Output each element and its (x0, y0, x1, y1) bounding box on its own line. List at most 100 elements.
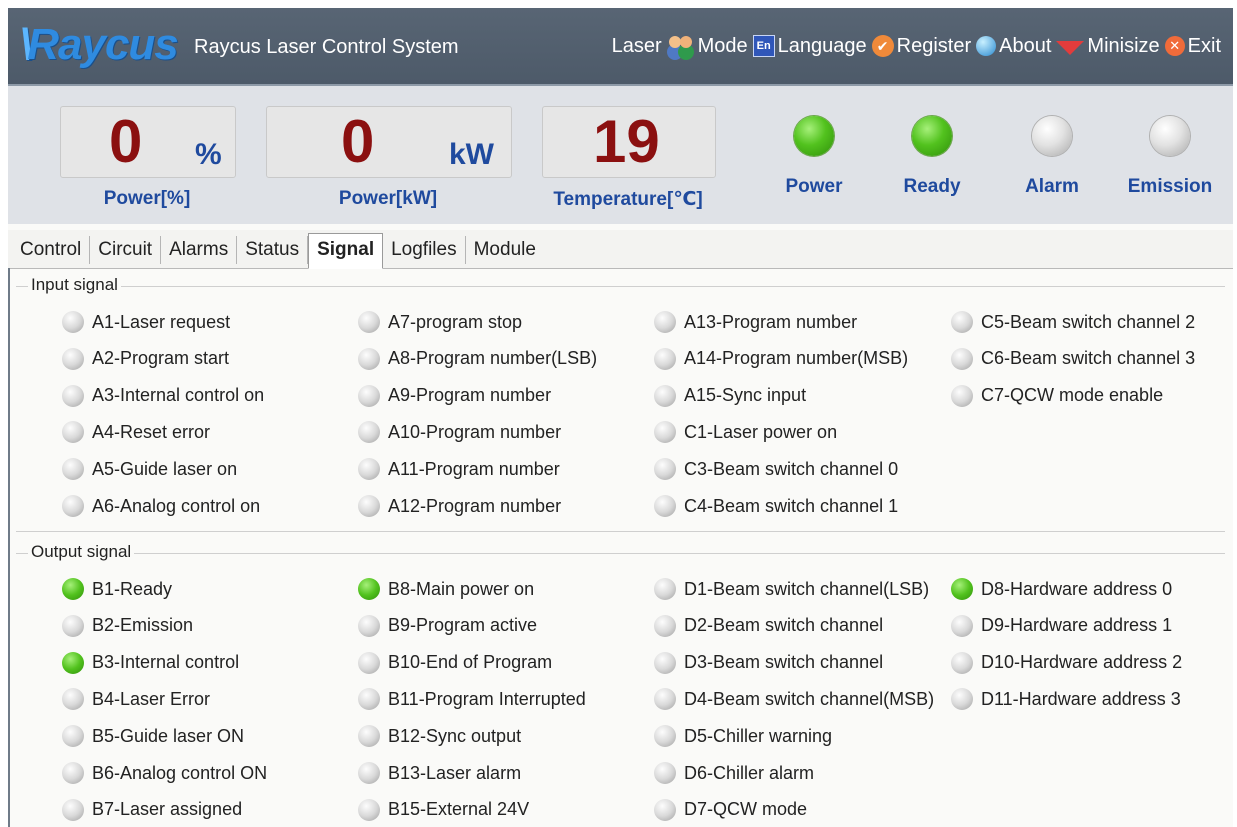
power-kw-unit: kW (449, 138, 494, 171)
tab-module[interactable]: Module (466, 236, 544, 264)
close-icon: ✕ (1164, 36, 1185, 56)
input-signal-c6: C6-Beam switch channel 3 (951, 344, 1195, 374)
signal-label: C1-Laser power on (684, 421, 838, 442)
tab-signal[interactable]: Signal (308, 233, 384, 269)
tab-logfiles[interactable]: Logfiles (383, 236, 466, 264)
signal-label: C3-Beam switch channel 0 (684, 458, 899, 479)
status-led-icon (358, 578, 380, 600)
signal-label: B10-End of Program (388, 652, 553, 673)
signal-label: D4-Beam switch channel(MSB) (684, 688, 935, 709)
app-title: Raycus Laser Control System (194, 36, 459, 58)
output-signal-group: Output signal B1-Ready B2-Emission B3-Inte… (16, 542, 1225, 827)
signal-label: D1-Beam switch channel(LSB) (684, 578, 930, 599)
minimize-arrow-icon (1056, 41, 1085, 55)
output-signal-title: Output signal (28, 542, 135, 562)
menu-laser[interactable]: Laser (612, 32, 662, 60)
signal-label: A9-Program number (388, 385, 552, 406)
status-led-icon (654, 311, 676, 333)
window-left-border (8, 268, 10, 827)
menu-about[interactable]: About (976, 32, 1051, 60)
menu-language[interactable]: En Language (752, 32, 867, 60)
output-signal-b7: B7-Laser assigned (62, 795, 242, 825)
status-led-icon (951, 347, 973, 370)
status-led-icon (62, 651, 84, 674)
laser-control-window: \Raycus Raycus Laser Control System Lase… (8, 8, 1233, 827)
output-signal-b4: B4-Laser Error (62, 684, 210, 714)
status-led-icon (62, 495, 84, 517)
output-signal-d7: D7-QCW mode (654, 795, 807, 825)
menu-mode[interactable]: Mode (667, 32, 748, 60)
status-led-icon (358, 384, 380, 407)
status-led-icon (62, 725, 84, 748)
tab-circuit[interactable]: Circuit (90, 236, 162, 264)
output-signal-b9: B9-Program active (358, 611, 537, 641)
en-flag-icon: En (752, 35, 775, 57)
signal-label: D6-Chiller alarm (684, 762, 815, 783)
output-signal-d2: D2-Beam switch channel (654, 611, 883, 641)
menu-exit[interactable]: ✕ Exit (1164, 32, 1221, 60)
signal-label: B6-Analog control ON (92, 762, 268, 783)
output-signal-d1: D1-Beam switch channel(LSB) (654, 574, 929, 604)
signal-label: A12-Program number (388, 495, 562, 516)
signal-label: D8-Hardware address 0 (981, 578, 1173, 599)
signal-label: A8-Program number(LSB) (388, 348, 598, 369)
status-led-icon (951, 614, 973, 637)
tab-control[interactable]: Control (8, 236, 91, 264)
status-led-icon (654, 762, 676, 784)
input-signal-a6: A6-Analog control on (62, 491, 260, 521)
status-led-icon (62, 798, 84, 821)
menu-minisize[interactable]: Minisize (1056, 32, 1160, 60)
signal-label: B5-Guide laser ON (92, 725, 245, 746)
status-led-icon (654, 384, 676, 407)
status-led-icon (951, 651, 973, 674)
status-led-icon (62, 421, 84, 444)
emission-indicator-label: Emission (1127, 176, 1213, 197)
status-led-icon (62, 311, 84, 333)
input-signal-a12: A12-Program number (358, 491, 561, 521)
input-signal-a9: A9-Program number (358, 381, 551, 411)
key-icon: ✔ (871, 35, 894, 57)
status-led-icon (62, 762, 84, 784)
readout-panel: 0 % Power[%] 0 kW Power[kW] 19 Temperatu… (8, 84, 1233, 224)
signal-label: A2-Program start (92, 348, 230, 369)
signal-label: A3-Internal control on (92, 385, 265, 406)
status-led-icon (358, 688, 380, 711)
status-led-icon (654, 725, 676, 748)
status-led-icon (358, 311, 380, 333)
signal-label: C5-Beam switch channel 2 (981, 311, 1196, 332)
signal-label: A6-Analog control on (92, 495, 261, 516)
status-led-icon (951, 578, 973, 600)
signal-label: D9-Hardware address 1 (981, 615, 1173, 636)
status-led-icon (62, 688, 84, 711)
signal-label: B12-Sync output (388, 725, 522, 746)
output-signal-b13: B13-Laser alarm (358, 758, 521, 788)
tab-status[interactable]: Status (237, 236, 309, 264)
tab-alarms[interactable]: Alarms (161, 236, 238, 264)
output-signal-b15: B15-External 24V (358, 795, 529, 825)
output-signal-b2: B2-Emission (62, 611, 193, 641)
signal-label: A5-Guide laser on (92, 458, 238, 479)
status-led-icon (358, 798, 380, 821)
signal-label: A15-Sync input (684, 385, 807, 406)
status-led-icon (358, 762, 380, 784)
status-led-icon (951, 311, 973, 333)
signal-label: C4-Beam switch channel 1 (684, 495, 899, 516)
signal-label: B1-Ready (92, 578, 173, 599)
status-led-icon (951, 688, 973, 711)
signal-label: A1-Laser request (92, 311, 231, 332)
status-led-icon (62, 347, 84, 370)
input-signal-a4: A4-Reset error (62, 417, 210, 447)
output-signal-d11: D11-Hardware address 3 (951, 684, 1181, 714)
status-led-icon (358, 458, 380, 481)
status-led-icon (654, 651, 676, 674)
output-signal-b8: B8-Main power on (358, 574, 534, 604)
menu-register[interactable]: ✔ Register (871, 32, 971, 60)
signal-label: B3-Internal control (92, 652, 240, 673)
tab-bar: Control Circuit Alarms Status Signal Log… (8, 230, 1233, 269)
power-indicator-label: Power (785, 176, 843, 197)
status-led-icon (654, 421, 676, 444)
signal-label: B8-Main power on (388, 578, 535, 599)
signal-label: B7-Laser assigned (92, 799, 243, 820)
output-signal-b10: B10-End of Program (358, 648, 552, 678)
input-signal-a13: A13-Program number (654, 307, 857, 337)
